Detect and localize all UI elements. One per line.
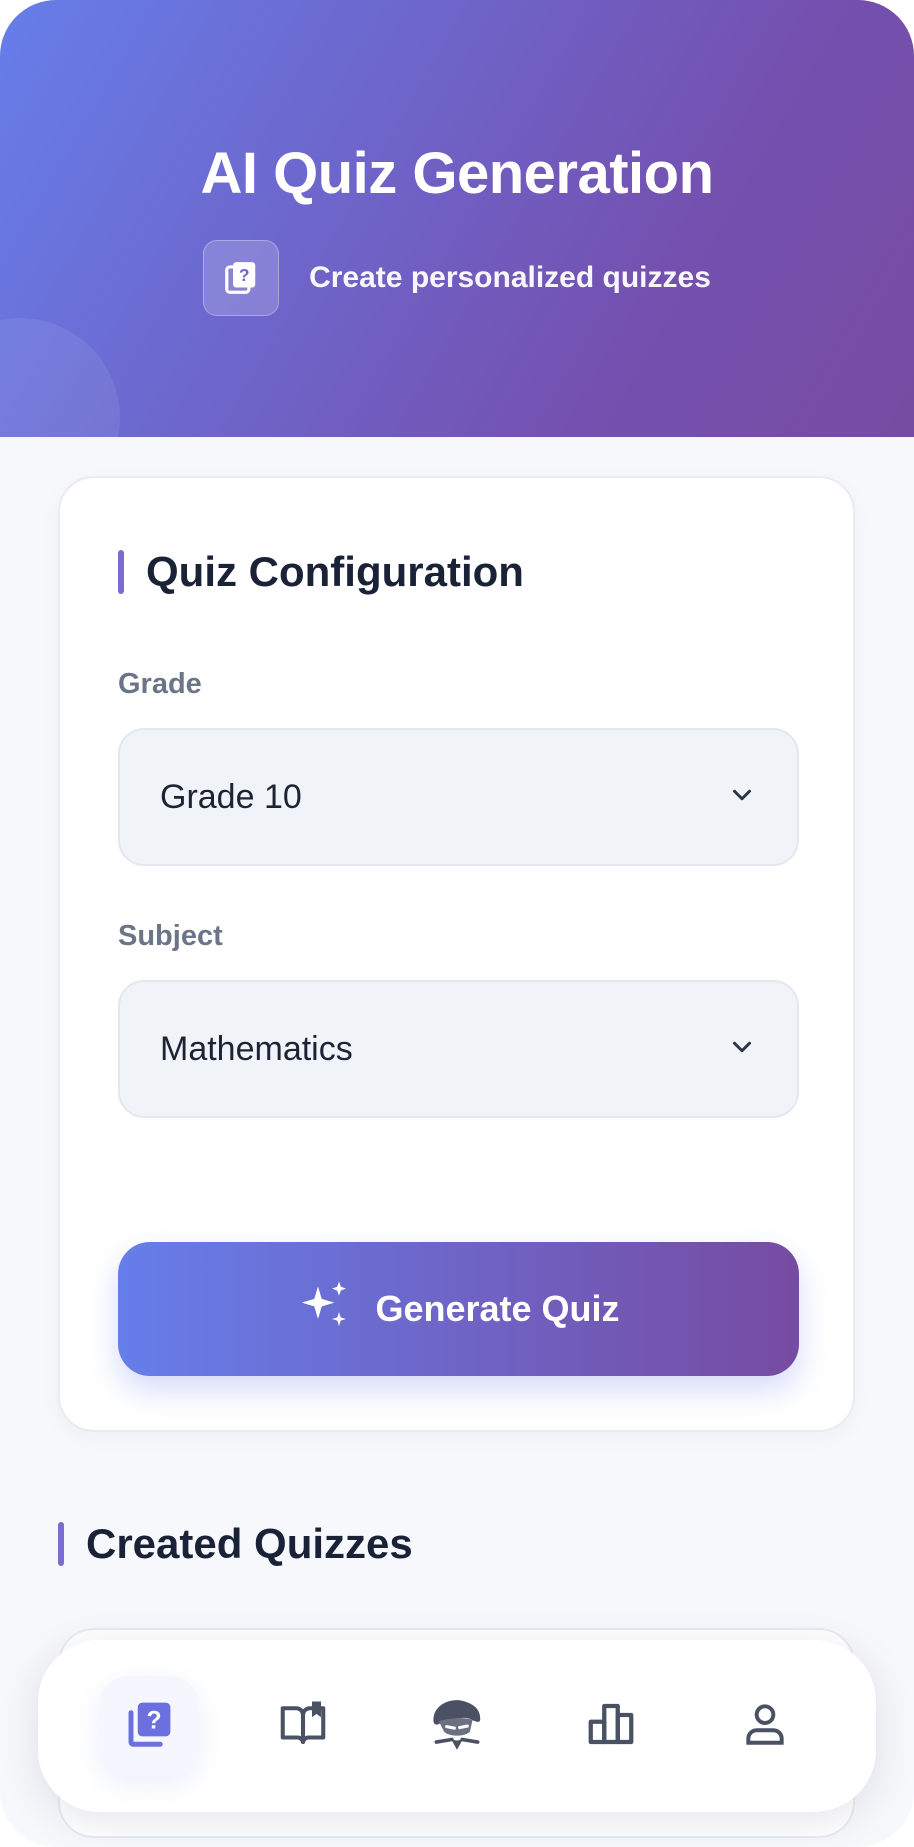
generate-quiz-button[interactable]: Generate Quiz bbox=[118, 1242, 799, 1376]
created-quizzes-header: Created Quizzes bbox=[58, 1520, 413, 1568]
mascot-icon bbox=[426, 1693, 488, 1760]
grade-select[interactable]: Grade 10 bbox=[118, 728, 799, 866]
accent-bar bbox=[118, 550, 124, 594]
quiz-configuration-card: Quiz Configuration Grade Grade 10 Subjec… bbox=[58, 476, 855, 1432]
leaderboard-icon bbox=[584, 1697, 638, 1756]
bottom-nav: ? bbox=[38, 1640, 876, 1812]
page-subtitle: Create personalized quizzes bbox=[309, 261, 711, 294]
chevron-down-icon bbox=[727, 780, 757, 815]
page-title: AI Quiz Generation bbox=[200, 141, 714, 206]
section-title: Quiz Configuration bbox=[146, 548, 524, 595]
sparkles-icon bbox=[297, 1277, 353, 1342]
app-screen: AI Quiz Generation ? Create personalized… bbox=[0, 0, 914, 1847]
page-subtitle-row: ? Create personalized quizzes bbox=[0, 240, 914, 316]
grade-label: Grade bbox=[118, 668, 202, 700]
nav-item-leaderboard[interactable] bbox=[561, 1676, 661, 1776]
subject-label: Subject bbox=[118, 920, 223, 952]
decorative-bubble bbox=[0, 318, 120, 437]
grade-select-value: Grade 10 bbox=[160, 777, 302, 816]
quiz-icon: ? bbox=[203, 240, 280, 316]
generate-quiz-label: Generate Quiz bbox=[375, 1288, 620, 1329]
svg-text:?: ? bbox=[239, 265, 250, 285]
subject-select-value: Mathematics bbox=[160, 1029, 353, 1068]
book-icon bbox=[276, 1697, 330, 1756]
created-quizzes-title: Created Quizzes bbox=[86, 1520, 413, 1567]
subject-select[interactable]: Mathematics bbox=[118, 980, 799, 1118]
quiz-icon: ? bbox=[122, 1697, 176, 1756]
header-banner: AI Quiz Generation ? Create personalized… bbox=[0, 0, 914, 437]
nav-item-quiz[interactable]: ? bbox=[99, 1676, 199, 1776]
accent-bar bbox=[58, 1522, 64, 1566]
profile-icon bbox=[740, 1699, 790, 1754]
section-header: Quiz Configuration bbox=[118, 548, 524, 596]
chevron-down-icon bbox=[727, 1032, 757, 1067]
nav-item-learn[interactable] bbox=[253, 1676, 353, 1776]
svg-text:?: ? bbox=[147, 1707, 162, 1734]
nav-item-mascot[interactable] bbox=[407, 1676, 507, 1776]
nav-item-profile[interactable] bbox=[715, 1676, 815, 1776]
